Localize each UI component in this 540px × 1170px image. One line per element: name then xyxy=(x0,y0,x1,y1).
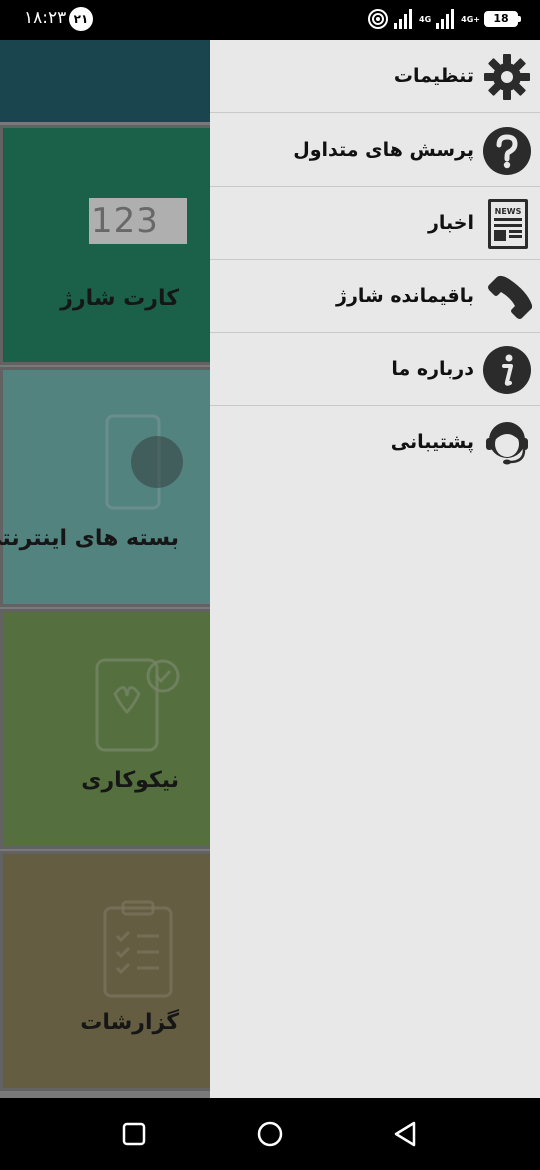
drawer-item-faq[interactable]: پرسش های متداول xyxy=(210,114,540,187)
drawer-item-label: درباره ما xyxy=(391,358,474,380)
notification-badge: ۲۱ xyxy=(69,7,93,31)
home-button[interactable] xyxy=(254,1118,286,1150)
battery-icon: 18 xyxy=(484,11,521,27)
drawer-item-about-us[interactable]: درباره ما xyxy=(210,333,540,406)
network-type-2: 4G+ xyxy=(461,14,480,24)
phone-icon xyxy=(488,275,532,319)
drawer-item-label: پرسش های متداول xyxy=(293,139,474,161)
signal-icon-2 xyxy=(436,9,455,29)
network-type-1: 4G xyxy=(419,14,432,24)
drawer-item-label: اخبار xyxy=(427,212,474,234)
drawer-item-settings[interactable]: تنظیمات xyxy=(210,40,540,113)
news-icon: NEWS xyxy=(488,199,528,249)
drawer-item-support[interactable]: پشتیبانی xyxy=(210,406,540,479)
battery-level: 18 xyxy=(493,12,509,25)
question-icon xyxy=(483,127,531,175)
support-icon xyxy=(486,422,528,465)
status-time: ۱۸:۲۳ xyxy=(24,8,67,28)
gear-icon xyxy=(484,54,530,100)
drawer-item-label: تنظیمات xyxy=(393,65,474,87)
signal-icon xyxy=(394,9,413,29)
drawer-item-news[interactable]: اخبار NEWS xyxy=(210,187,540,260)
navigation-drawer: تنظیمات پرسش های متداول اخبار NEWS باقیم… xyxy=(210,40,540,1098)
hotspot-icon xyxy=(368,9,389,29)
status-bar: ۱۸:۲۳ ۲۱ 4G 4G+ 18 xyxy=(0,0,540,40)
navigation-bar xyxy=(0,1098,540,1170)
news-icon-text: NEWS xyxy=(495,207,522,216)
drawer-item-label: باقیمانده شارژ xyxy=(336,285,474,307)
drawer-item-label: پشتیبانی xyxy=(390,431,474,453)
recents-button[interactable] xyxy=(118,1118,150,1150)
status-icons: 4G 4G+ 18 xyxy=(367,6,521,32)
back-button[interactable] xyxy=(390,1118,422,1150)
drawer-item-remaining-charge[interactable]: باقیمانده شارژ xyxy=(210,260,540,333)
info-icon xyxy=(483,346,531,394)
